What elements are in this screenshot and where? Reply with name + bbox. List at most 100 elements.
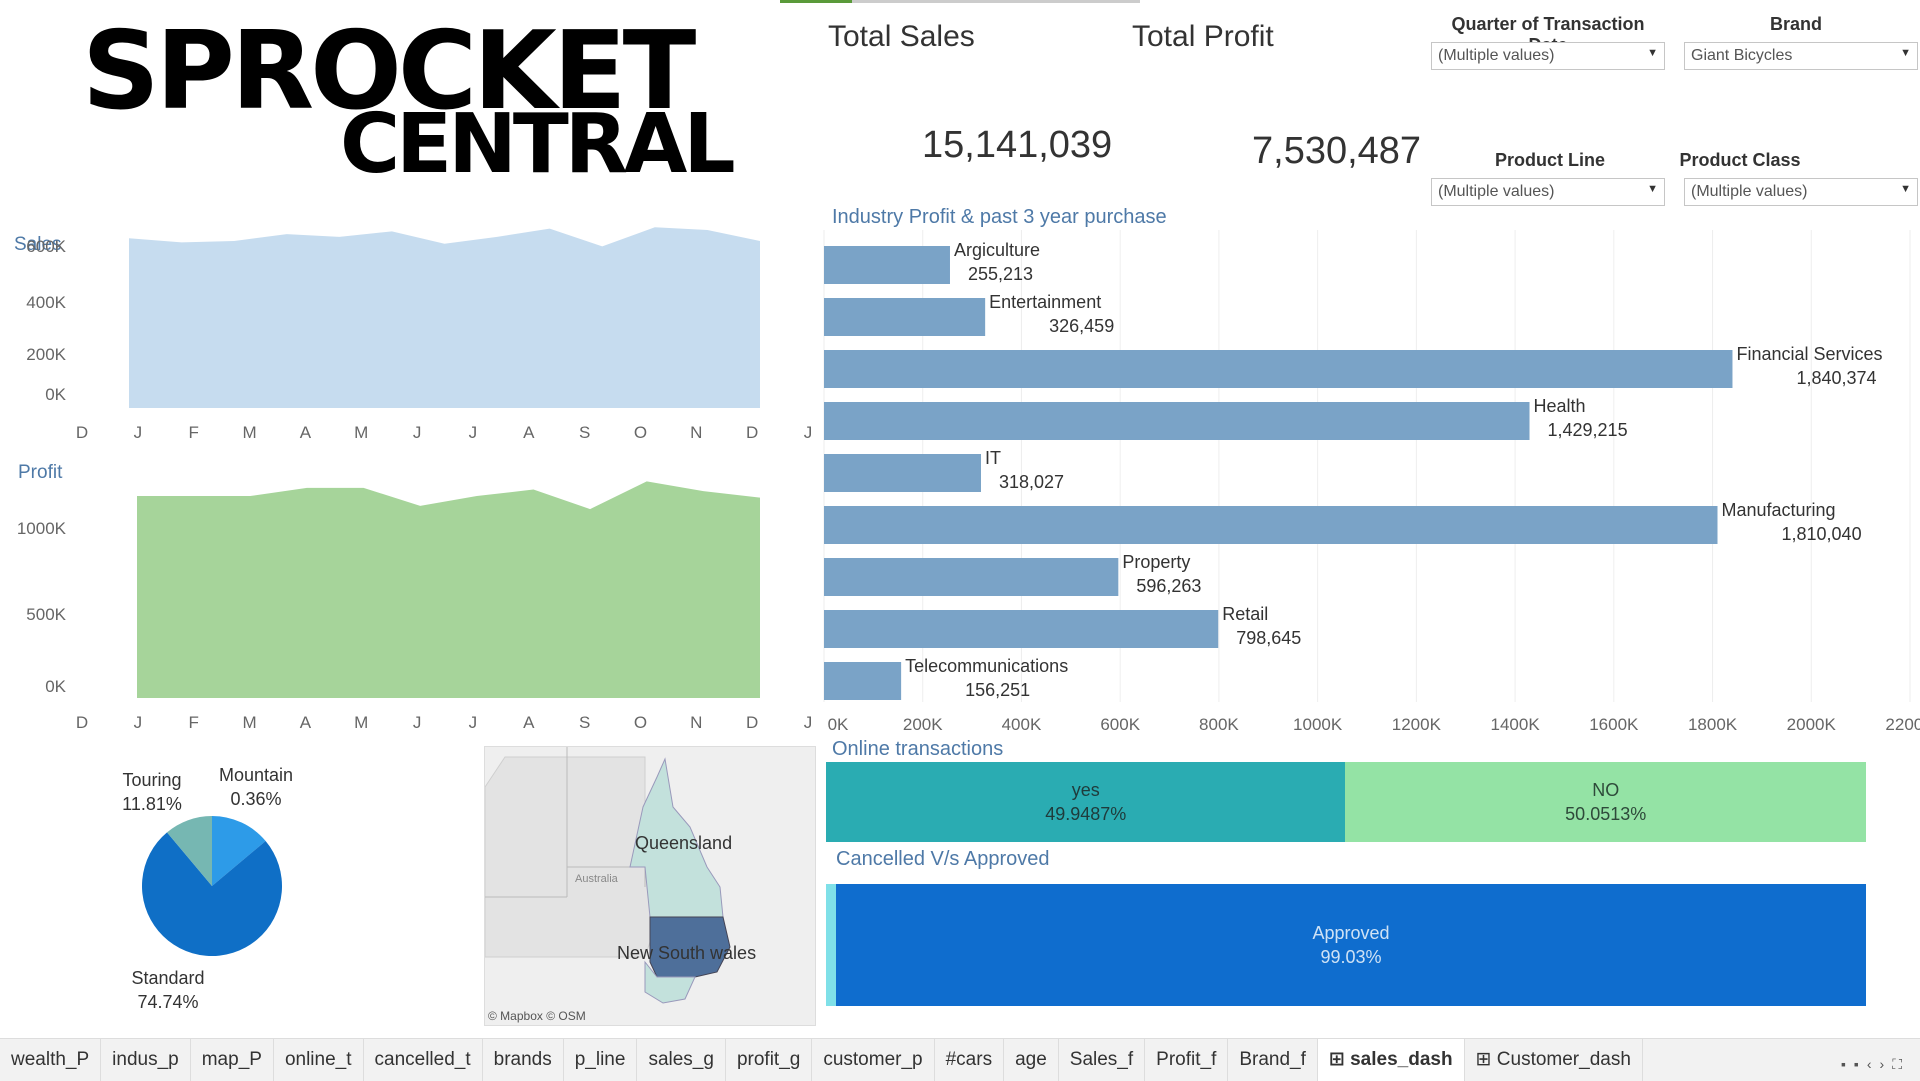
sales-area[interactable] (129, 227, 760, 408)
bar-value-label: 596,263 (1136, 576, 1201, 596)
bar-category-label: Entertainment (989, 292, 1101, 312)
sales-x-tick: M (242, 423, 256, 442)
profit-x-tick: F (188, 713, 198, 732)
tab-p-line[interactable]: p_line (564, 1039, 638, 1081)
online-no-label: NO (1592, 780, 1620, 800)
bar-retail[interactable] (824, 610, 1219, 648)
x-tick-label: 0K (828, 715, 849, 734)
map-country-label: Australia (575, 873, 618, 885)
sales-area-chart[interactable]: Sales 600K400K200K0KD J F M A M J J A S O N D J (0, 220, 820, 450)
online-stacked-bar[interactable]: yes 49.9487% NO 50.0513% (826, 762, 1866, 842)
bar-value-label: 1,810,040 (1782, 524, 1862, 544)
tab-nav-controls[interactable]: ▪▪‹›⛶ (1841, 1056, 1910, 1073)
x-tick-label: 1200K (1392, 715, 1442, 734)
online-title: Online transactions (832, 738, 1004, 760)
sales-x-tick: A (300, 423, 312, 442)
bar-it[interactable] (824, 454, 981, 492)
bar-value-label: 1,840,374 (1796, 368, 1876, 388)
tab-map-p[interactable]: map_P (191, 1039, 274, 1081)
sales-x-tick: F (188, 423, 198, 442)
sheet-tab-bar: wealth_P indus_p map_P online_t cancelled_t b… (0, 1038, 1920, 1081)
pie-label-name: Mountain (219, 765, 293, 785)
tab-brand-f[interactable]: Brand_f (1228, 1039, 1318, 1081)
x-tick-label: 2000K (1787, 715, 1837, 734)
tab-sales-dash[interactable]: ⊞ sales_dash (1317, 1039, 1465, 1081)
tab-cancelled-t[interactable]: cancelled_t (364, 1039, 483, 1081)
tab--cars[interactable]: #cars (935, 1039, 1005, 1081)
bar-value-label: 156,251 (965, 680, 1030, 700)
tab-wealth-p[interactable]: wealth_P (0, 1039, 102, 1081)
tab-sales-g[interactable]: sales_g (637, 1039, 726, 1081)
cancelled-segment[interactable] (826, 884, 837, 1006)
map-svg (485, 747, 815, 1025)
tab-profit-g[interactable]: profit_g (726, 1039, 813, 1081)
sales-x-tick: D (76, 423, 88, 442)
product-class-filter-dropdown[interactable]: (Multiple values) ▼ (1684, 178, 1918, 206)
bar-property[interactable] (824, 558, 1119, 596)
tab-profit-f[interactable]: Profit_f (1145, 1039, 1229, 1081)
map-region-label-nsw: New South wales (617, 943, 757, 963)
profit-x-tick: O (634, 713, 647, 732)
profit-x-tick: A (300, 713, 312, 732)
sales-x-tick: O (634, 423, 647, 442)
approved-label: Approved (1312, 923, 1390, 943)
product-line-filter-dropdown[interactable]: (Multiple values) ▼ (1431, 178, 1665, 206)
chevron-down-icon: ▼ (1647, 183, 1658, 195)
tab-age[interactable]: age (1004, 1039, 1059, 1081)
bar-category-label: Telecommunications (905, 656, 1068, 676)
brand-filter-label: Brand (1769, 14, 1822, 34)
sales-x-tick: J (804, 423, 813, 442)
industry-bar-chart[interactable]: 0K 200K 400K 600K 800K 1000K 1200K 1400K 1600K 18… (820, 230, 1920, 740)
sales-x-tick: J (469, 423, 478, 442)
profit-x-tick: J (804, 713, 813, 732)
sales-x-tick: S (579, 423, 590, 442)
sales-x-tick: A (523, 423, 535, 442)
approved-pct: 99.03% (1320, 947, 1382, 967)
brand-filter-value: Giant Bicycles (1691, 47, 1793, 64)
product-class-pie-chart[interactable]: Touring 11.81% Mountain 0.36% Standard 74.74% (100, 756, 360, 1016)
region-map[interactable]: Australia Queensland New South wales © M… (484, 746, 816, 1026)
total-profit-value: 7,530,487 (1252, 130, 1422, 172)
pie-label-pct: 74.74% (137, 992, 198, 1012)
tab-customer-dash[interactable]: ⊞ Customer_dash (1465, 1039, 1643, 1081)
bar-telecommunications[interactable] (824, 662, 902, 700)
bar-argiculture[interactable] (824, 246, 950, 284)
bar-health[interactable] (824, 402, 1530, 440)
bar-entertainment[interactable] (824, 298, 986, 336)
profit-x-tick: M (242, 713, 256, 732)
bar-value-label: 1,429,215 (1548, 420, 1628, 440)
tab-sales-f[interactable]: Sales_f (1059, 1039, 1146, 1081)
logo-line-2: CENTRAL (340, 97, 736, 192)
x-tick-label: 1800K (1688, 715, 1738, 734)
bar-category-label: Health (1534, 396, 1586, 416)
profit-area[interactable] (137, 481, 760, 698)
profit-x-tick: A (523, 713, 535, 732)
online-no-pct: 50.0513% (1565, 804, 1647, 824)
tab-customer-p[interactable]: customer_p (812, 1039, 935, 1081)
bar-manufacturing[interactable] (824, 506, 1718, 544)
online-yes-label: yes (1071, 780, 1100, 800)
tab-brands[interactable]: brands (483, 1039, 564, 1081)
profit-area-chart[interactable]: Profit 1000K 500K 0K D J F M A M J J A S O N D J (0, 450, 820, 740)
approved-segment[interactable]: Approved 99.03% (836, 884, 1866, 1006)
bar-value-label: 326,459 (1049, 316, 1114, 336)
x-tick-label: 1400K (1491, 715, 1541, 734)
quarter-filter-value: (Multiple values) (1438, 47, 1555, 64)
bar-category-label: Argiculture (954, 240, 1040, 260)
profit-chart-title: Profit (18, 462, 63, 483)
bar-financial-services[interactable] (824, 350, 1733, 388)
brand-filter-dropdown[interactable]: Giant Bicycles ▼ (1684, 42, 1918, 70)
pie-label-name: Touring (122, 770, 181, 790)
online-yes-segment[interactable]: yes 49.9487% (826, 762, 1346, 842)
tab-online-t[interactable]: online_t (274, 1039, 364, 1081)
profit-x-tick: J (469, 713, 478, 732)
sales-x-tick: N (690, 423, 702, 442)
quarter-filter-dropdown[interactable]: (Multiple values) ▼ (1431, 42, 1665, 70)
tab-indus-p[interactable]: indus_p (101, 1039, 191, 1081)
x-tick-label: 200K (903, 715, 943, 734)
sales-y-tick: 600K (26, 237, 66, 256)
sales-x-tick: J (413, 423, 422, 442)
cancelled-stacked-bar[interactable]: Approved 99.03% (826, 884, 1866, 1006)
online-no-segment[interactable]: NO 50.0513% (1345, 762, 1866, 842)
chevron-down-icon: ▼ (1900, 183, 1911, 195)
